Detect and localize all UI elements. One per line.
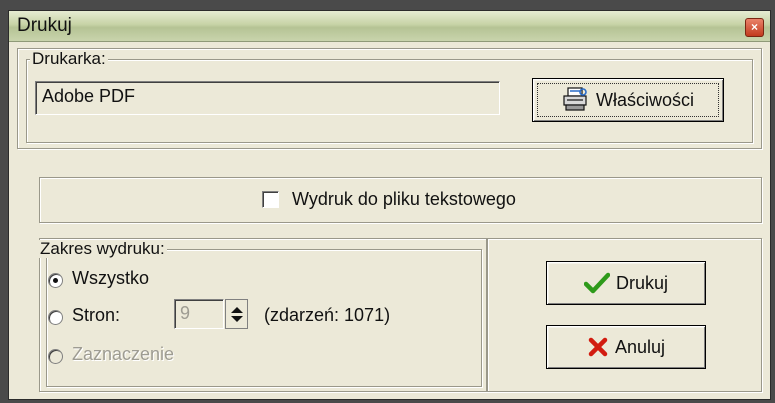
spin-down-icon[interactable] [230, 315, 243, 322]
radio-pages[interactable] [48, 310, 63, 325]
radio-selection[interactable] [48, 349, 63, 364]
title-bar[interactable]: Drukuj × [9, 11, 770, 42]
printer-icon [563, 87, 587, 111]
range-group-label: Zakres wydruku: [38, 239, 167, 258]
printer-panel: Drukarka: Adobe PDF Właściwości [17, 48, 762, 149]
properties-button[interactable]: Właściwości [532, 78, 724, 122]
close-button[interactable]: × [745, 18, 764, 37]
properties-label: Właściwości [595, 89, 694, 110]
cancel-button-label: Anuluj [614, 336, 666, 357]
printer-group-label: Drukarka: [30, 49, 108, 68]
range-panel: Zakres wydruku: Wszystko Stron: 9 (zdarz… [38, 238, 487, 392]
print-dialog: Drukuj × Drukarka: Adobe PDF Właściwości [8, 10, 771, 400]
cross-icon [588, 337, 608, 357]
checkmark-icon [583, 272, 610, 294]
print-button-label: Drukuj [615, 272, 668, 293]
pages-input[interactable]: 9 [174, 299, 224, 329]
spin-up-icon[interactable] [230, 306, 243, 313]
cancel-button[interactable]: Anuluj [546, 325, 706, 369]
actions-panel: Drukuj Anuluj [487, 238, 762, 392]
text-file-checkbox[interactable] [262, 191, 279, 208]
radio-pages-label: Stron: [72, 305, 121, 325]
printer-name-field[interactable]: Adobe PDF [35, 81, 500, 115]
text-file-panel: Wydruk do pliku tekstowego [39, 177, 762, 223]
dialog-body: Drukarka: Adobe PDF Właściwości Wydruk d… [9, 42, 770, 399]
events-count-label: (zdarzeń: 1071) [264, 305, 391, 325]
close-icon: × [750, 20, 758, 34]
radio-all[interactable] [48, 273, 63, 288]
radio-all-label: Wszystko [72, 268, 150, 288]
print-button[interactable]: Drukuj [546, 261, 706, 305]
window-title: Drukuj [17, 15, 72, 36]
text-file-label: Wydruk do pliku tekstowego [292, 189, 516, 209]
pages-spinner-arrows[interactable] [225, 299, 248, 329]
radio-selection-label: Zaznaczenie [72, 344, 175, 364]
